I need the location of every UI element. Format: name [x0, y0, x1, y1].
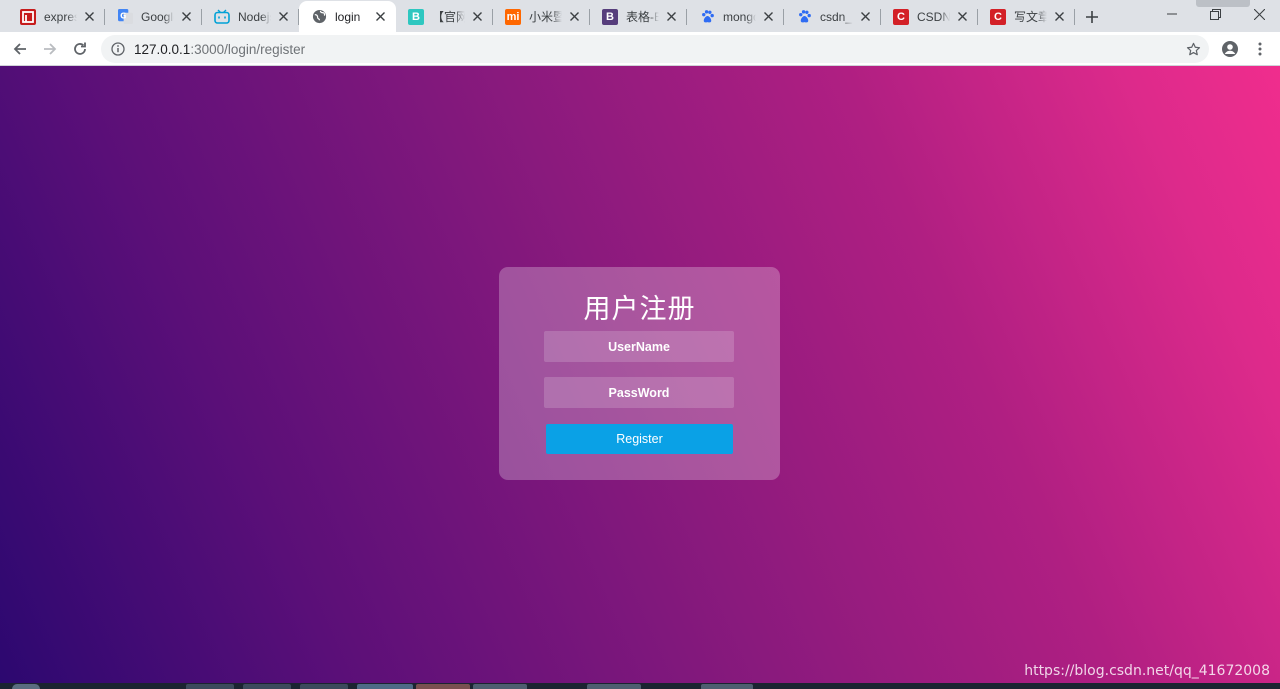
tab-title: Nodejs: [238, 9, 271, 24]
forward-icon[interactable]: [37, 36, 63, 62]
profile-avatar-icon[interactable]: [1217, 36, 1243, 62]
browser-tab[interactable]: mi 小米暨: [493, 1, 590, 32]
google-translate-icon: G: [117, 9, 133, 25]
reload-icon[interactable]: [67, 36, 93, 62]
watermark-text: https://blog.csdn.net/qq_41672008: [1024, 663, 1270, 679]
username-input[interactable]: [544, 331, 734, 362]
bootstrap-icon: B: [602, 8, 618, 25]
close-tab-icon[interactable]: [275, 9, 291, 25]
url-host: 127.0.0.1: [134, 41, 191, 57]
baidu-paw-icon: [699, 9, 715, 25]
bookmark-star-icon[interactable]: [1185, 41, 1201, 57]
close-window-icon[interactable]: [1237, 0, 1280, 28]
tab-title: csdn_百: [820, 10, 853, 24]
close-tab-icon[interactable]: [178, 9, 194, 25]
browser-tab[interactable]: mongo: [687, 1, 784, 32]
close-tab-icon[interactable]: [1051, 9, 1067, 25]
address-bar[interactable]: 127.0.0.1:3000/login/register: [101, 35, 1209, 63]
taskbar-item[interactable]: [357, 684, 413, 689]
close-tab-icon[interactable]: [954, 9, 970, 25]
tab-title: 小米暨: [529, 10, 562, 24]
browser-tab[interactable]: B 表格-Bo: [590, 1, 687, 32]
close-tab-icon[interactable]: [372, 9, 388, 25]
tab-title: CSDN-: [917, 9, 950, 24]
page-content: 用户注册 Register https://blog.csdn.net/qq_4…: [0, 66, 1280, 683]
tab-title: 表格-Bo: [626, 10, 659, 24]
taskbar-item[interactable]: [243, 684, 291, 689]
close-tab-icon[interactable]: [663, 9, 679, 25]
browser-window: express G Google Nodejs login B 【官网 mi 小米暨 B 表格-Bo…: [0, 0, 1280, 689]
taskbar-item[interactable]: [186, 684, 234, 689]
browser-tab[interactable]: B 【官网: [396, 1, 493, 32]
register-button[interactable]: Register: [546, 424, 733, 454]
browser-tab[interactable]: G Google: [105, 1, 202, 32]
taskbar-item[interactable]: [300, 684, 348, 689]
close-tab-icon[interactable]: [857, 9, 873, 25]
register-card: 用户注册 Register: [499, 267, 780, 480]
tab-title: login: [335, 9, 361, 24]
taskbar-item[interactable]: [587, 684, 641, 689]
globe-icon: [311, 9, 327, 25]
password-input[interactable]: [544, 377, 734, 408]
b-icon: B: [408, 8, 424, 25]
restore-icon[interactable]: [1193, 0, 1237, 28]
tab-title: mongo: [723, 9, 756, 24]
start-orb-icon[interactable]: [12, 684, 40, 689]
register-heading: 用户注册: [583, 294, 696, 325]
back-icon[interactable]: [7, 36, 33, 62]
svg-text:G: G: [120, 11, 126, 20]
tab-title: express: [44, 9, 77, 24]
taskbar-item[interactable]: [473, 684, 527, 689]
close-tab-icon[interactable]: [469, 9, 485, 25]
xiaomi-icon: mi: [505, 8, 521, 25]
tab-title: 写文章: [1014, 10, 1047, 24]
close-tab-icon[interactable]: [566, 9, 582, 25]
browser-tab[interactable]: login: [299, 1, 396, 32]
tab-title: 【官网: [432, 10, 465, 24]
url-path: :3000/login/register: [190, 41, 306, 57]
close-tab-icon[interactable]: [760, 9, 776, 25]
info-icon[interactable]: [110, 41, 126, 57]
browser-tab[interactable]: csdn_百: [784, 1, 881, 32]
close-tab-icon[interactable]: [81, 9, 97, 25]
tab-strip: express G Google Nodejs login B 【官网 mi 小米暨 B 表格-Bo…: [0, 0, 1280, 32]
baidu-paw-icon: [796, 9, 812, 25]
new-tab-button[interactable]: [1080, 5, 1104, 29]
tab-title: Google: [141, 9, 174, 24]
os-taskbar: [0, 683, 1280, 689]
browser-tab[interactable]: Nodejs: [202, 1, 299, 32]
huawei-icon: [20, 8, 36, 25]
browser-tab[interactable]: C CSDN-: [881, 1, 978, 32]
tab-separator: [1074, 9, 1075, 25]
menu-kebab-icon[interactable]: [1247, 36, 1273, 62]
csdn-icon: C: [893, 8, 909, 25]
browser-tab[interactable]: express: [8, 1, 105, 32]
csdn-icon: C: [990, 8, 1006, 25]
address-url: 127.0.0.1:3000/login/register: [134, 42, 305, 57]
browser-toolbar: 127.0.0.1:3000/login/register: [0, 32, 1280, 66]
taskbar-item[interactable]: [416, 684, 470, 689]
taskbar-item[interactable]: [701, 684, 753, 689]
bilibili-icon: [214, 9, 230, 25]
browser-tab[interactable]: C 写文章: [978, 1, 1075, 32]
minimize-icon[interactable]: [1150, 0, 1194, 28]
